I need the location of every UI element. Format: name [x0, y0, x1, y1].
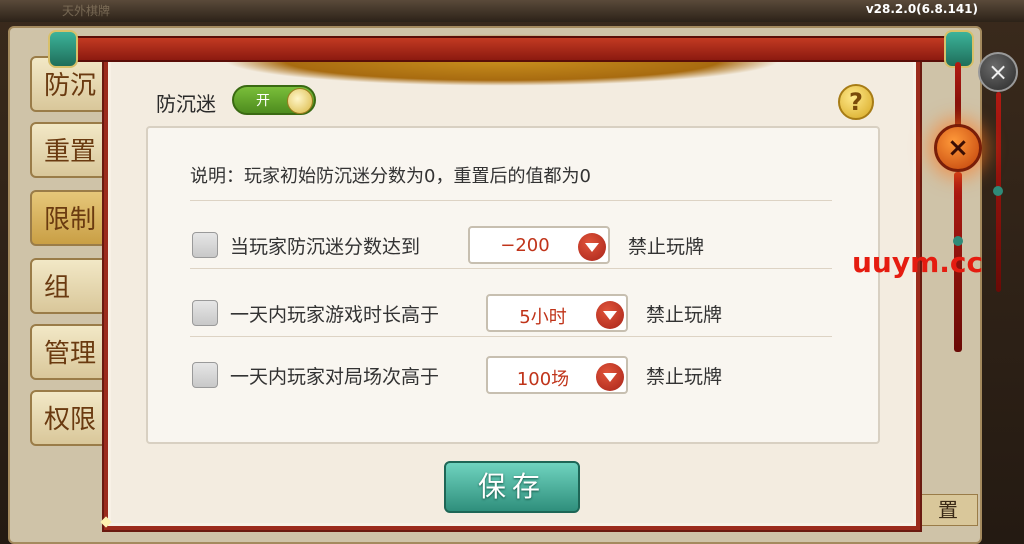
description-text: 说明：玩家初始防沉迷分数为0，重置后的值都为0	[190, 166, 591, 187]
tassel-bead	[953, 236, 963, 246]
top-faded-text: 天外棋牌	[62, 4, 111, 18]
top-status-bar: 天外棋牌 v28.2.0(6.8.141)	[0, 0, 1024, 22]
score-select[interactable]: −200	[468, 226, 610, 264]
background-reset-button[interactable]: 置	[918, 494, 978, 526]
tassel-bead	[993, 186, 1003, 196]
rule-suffix-score: 禁止玩牌	[628, 236, 705, 258]
matches-select-value: 100场	[516, 369, 570, 390]
rule-suffix-duration: 禁止玩牌	[646, 304, 723, 326]
rule-label-score: 当玩家防沉迷分数达到	[230, 236, 421, 258]
rule-checkbox-matches[interactable]	[192, 362, 218, 388]
close-icon[interactable]: ×	[978, 52, 1018, 92]
divider	[190, 336, 832, 337]
rule-label-matches: 一天内玩家对局场次高于	[230, 366, 440, 388]
score-select-value: −200	[500, 235, 550, 256]
rule-label-duration: 一天内玩家游戏时长高于	[230, 304, 440, 326]
scroll-rod	[56, 36, 968, 62]
anti-addiction-toggle[interactable]: 开	[232, 85, 316, 115]
dropdown-arrow-icon	[578, 233, 606, 261]
divider	[190, 268, 832, 269]
toggle-knob	[287, 88, 313, 114]
rule-suffix-matches: 禁止玩牌	[646, 366, 723, 388]
divider	[190, 200, 832, 201]
rule-checkbox-duration[interactable]	[192, 300, 218, 326]
rule-row-matches: 一天内玩家对局场次高于 100场 禁止玩牌	[190, 354, 770, 394]
rule-row-duration: 一天内玩家游戏时长高于 5小时 禁止玩牌	[190, 292, 770, 332]
toggle-label: 开	[256, 93, 270, 109]
tassel-cord	[955, 62, 961, 132]
dropdown-arrow-icon	[596, 363, 624, 391]
version-label: v28.2.0(6.8.141)	[865, 2, 978, 16]
help-icon[interactable]: ?	[838, 84, 874, 120]
rod-end-left	[48, 30, 78, 68]
save-button[interactable]: 保存	[444, 461, 580, 513]
duration-select-value: 5小时	[519, 307, 567, 328]
dialog-title: 防沉迷	[156, 92, 216, 116]
matches-select[interactable]: 100场	[486, 356, 628, 394]
dropdown-arrow-icon	[596, 301, 624, 329]
duration-select[interactable]: 5小时	[486, 294, 628, 332]
close-icon[interactable]: ×	[934, 124, 982, 172]
rule-row-score: 当玩家防沉迷分数达到 −200 禁止玩牌	[190, 224, 750, 264]
watermark-text: uuym.cc	[852, 246, 984, 279]
rule-checkbox-score[interactable]	[192, 232, 218, 258]
